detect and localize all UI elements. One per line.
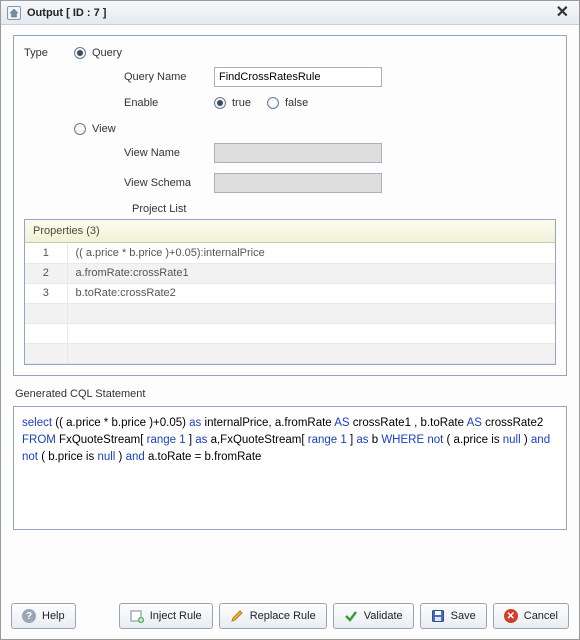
cql-token: ( b.price is [38,451,97,463]
inject-icon [130,609,144,623]
cql-token: and [126,451,145,463]
row-text: a.fromRate:crossRate1 [67,263,555,283]
cql-token: range 1 [308,434,347,446]
cql-token: internalPrice, a.fromRate [201,417,334,429]
cql-token: ] [347,434,357,446]
radio-icon [74,123,86,135]
project-list-table: Properties (3) 1(( a.price * b.price )+0… [24,219,556,365]
view-block: View Name View Schema Project List [124,143,556,215]
main-panel: Type Query Query Name Enable true [13,35,567,376]
cql-token: ( a.price is [443,434,502,446]
titlebar: Output [ ID : 7 ] ✕ [1,1,579,25]
type-query-label: Query [92,47,122,59]
help-icon: ? [22,609,36,623]
enable-true-label: true [232,97,251,109]
cancel-label: Cancel [524,610,558,622]
view-schema-input [214,173,382,193]
cancel-icon: ✕ [504,609,518,623]
cql-token: as [195,434,207,446]
cql-token: b [369,434,382,446]
type-view-radio[interactable]: View [74,123,132,135]
table-row [25,303,555,323]
table-row [25,323,555,343]
validate-button[interactable]: Validate [333,603,414,629]
dialog-title: Output [ ID : 7 ] [27,7,106,19]
cql-token: a.toRate = b.fromRate [145,451,262,463]
query-block: Query Name Enable true false [124,67,556,109]
radio-icon [267,97,279,109]
radio-icon [214,97,226,109]
enable-false-radio[interactable]: false [267,97,324,109]
cql-token: range 1 [147,434,186,446]
cql-token: ) [521,434,531,446]
table-row [25,343,555,363]
view-schema-label: View Schema [124,177,214,189]
cql-token: WHERE [381,434,424,446]
save-button[interactable]: Save [420,603,487,629]
table-header: Properties (3) [25,220,555,243]
cql-token: AS [467,417,482,429]
type-query-radio[interactable]: Query [74,47,138,59]
cql-token: ] [186,434,196,446]
cql-token: null [97,451,115,463]
validate-label: Validate [364,610,403,622]
row-index: 3 [25,283,67,303]
cql-token: FROM [22,434,56,446]
inject-rule-button[interactable]: Inject Rule [119,603,213,629]
button-bar: ? Help Inject Rule Replace Rule Validate… [1,595,579,639]
cql-token: as [189,417,201,429]
project-list-label: Project List [132,203,556,215]
inject-label: Inject Rule [150,610,202,622]
cql-token: select [22,417,52,429]
cql-token: a,FxQuoteStream[ [207,434,307,446]
output-dialog: Output [ ID : 7 ] ✕ Type Query Query Nam… [0,0,580,640]
table-row[interactable]: 1(( a.price * b.price )+0.05):internalPr… [25,243,555,263]
home-icon[interactable] [7,6,21,20]
cql-statement: select (( a.price * b.price )+0.05) as i… [13,406,567,530]
row-text: b.toRate:crossRate2 [67,283,555,303]
cql-token: as [356,434,368,446]
row-index: 2 [25,263,67,283]
pencil-icon [230,609,244,623]
cancel-button[interactable]: ✕ Cancel [493,603,569,629]
replace-rule-button[interactable]: Replace Rule [219,603,327,629]
table-row[interactable]: 3b.toRate:crossRate2 [25,283,555,303]
cql-token: FxQuoteStream[ [56,434,147,446]
view-name-label: View Name [124,147,214,159]
table-row[interactable]: 2a.fromRate:crossRate1 [25,263,555,283]
cql-token: (( a.price * b.price )+0.05) [52,417,189,429]
row-index: 1 [25,243,67,263]
cql-token: not [427,434,443,446]
help-label: Help [42,610,65,622]
query-name-label: Query Name [124,71,214,83]
cql-token: AS [334,417,349,429]
close-icon[interactable]: ✕ [552,5,573,21]
cql-token: crossRate1 , b.toRate [350,417,467,429]
cql-token: ) [115,451,125,463]
cql-label: Generated CQL Statement [15,388,565,400]
row-text: (( a.price * b.price )+0.05):internalPri… [67,243,555,263]
type-view-label: View [92,123,116,135]
radio-icon [74,47,86,59]
check-icon [344,609,358,623]
save-label: Save [451,610,476,622]
enable-true-radio[interactable]: true [214,97,267,109]
save-icon [431,609,445,623]
type-label: Type [24,46,62,59]
cql-token: crossRate2 [482,417,543,429]
query-name-input[interactable] [214,67,382,87]
enable-label: Enable [124,97,214,109]
cql-token: null [503,434,521,446]
help-button[interactable]: ? Help [11,603,76,629]
replace-label: Replace Rule [250,610,316,622]
view-name-input [214,143,382,163]
enable-false-label: false [285,97,308,109]
